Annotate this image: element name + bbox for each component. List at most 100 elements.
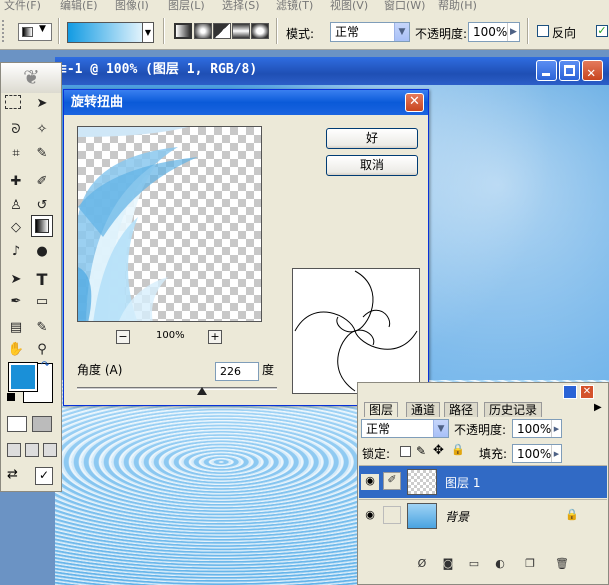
tool-preset-picker[interactable]: ▼ <box>18 23 52 41</box>
zoom-tool-icon[interactable]: ⚲ <box>31 339 53 361</box>
angle-slider-track[interactable] <box>77 387 277 390</box>
angle-slider-thumb[interactable] <box>197 387 208 395</box>
angle-gradient-button[interactable] <box>213 23 231 39</box>
close-button[interactable]: ✕ <box>582 60 603 81</box>
eye-icon[interactable]: ◉ <box>361 474 379 490</box>
history-brush-tool-icon[interactable]: ↺ <box>31 195 53 217</box>
brush-tool-icon[interactable]: ✐ <box>31 171 53 193</box>
eyedropper-tool-icon[interactable]: ✎ <box>31 317 53 339</box>
clone-stamp-tool-icon[interactable]: ♙ <box>5 195 27 217</box>
lock-image-icon[interactable]: ✎ <box>416 444 426 458</box>
layer-row[interactable]: ◉ 背景 🔒 <box>359 499 607 532</box>
healing-brush-tool-icon[interactable]: ✚ <box>5 171 27 193</box>
document-title-bar[interactable]: ≡-1 @ 100% (图层 1, RGB/8) ✕ <box>55 57 609 85</box>
dialog-close-button[interactable]: ✕ <box>405 93 424 112</box>
gradient-tool-icon[interactable] <box>31 215 53 237</box>
lock-all-icon[interactable]: 🔒 <box>451 443 465 456</box>
brush-link-icon[interactable]: ✐ <box>383 472 401 490</box>
gradient-picker[interactable]: ▼ <box>67 22 154 43</box>
palette-title-bar[interactable]: ✕ <box>358 383 608 401</box>
magic-wand-tool-icon[interactable]: ✧ <box>31 119 53 141</box>
eraser-tool-icon[interactable]: ◇ <box>5 217 27 239</box>
tab-history[interactable]: 历史记录 <box>484 402 543 417</box>
close-icon[interactable]: ✕ <box>580 385 594 399</box>
chevron-right-icon[interactable]: ▶ <box>551 420 561 437</box>
toolbox-header[interactable]: ❦ <box>1 63 61 93</box>
cancel-button[interactable]: 取消 <box>326 155 418 176</box>
link-slot[interactable] <box>383 506 401 524</box>
radial-gradient-button[interactable] <box>194 23 212 39</box>
swap-colors-icon[interactable]: ↷ <box>41 360 49 371</box>
chevron-down-icon[interactable]: ▼ <box>394 23 409 41</box>
adjustment-layer-icon[interactable]: ◐ <box>492 557 508 571</box>
crop-tool-icon[interactable]: ⌗ <box>5 143 27 165</box>
chevron-right-icon[interactable]: ▶ <box>551 445 561 462</box>
minimize-icon[interactable] <box>563 385 577 399</box>
chevron-right-icon[interactable]: ▶ <box>507 23 519 41</box>
eye-icon[interactable]: ◉ <box>361 508 379 524</box>
standard-mode-button[interactable] <box>7 416 27 432</box>
notes-tool-icon[interactable]: ▤ <box>5 317 27 339</box>
lock-position-icon[interactable]: ✥ <box>433 443 444 458</box>
layer-row[interactable]: ◉ ✐ 图层 1 <box>359 465 607 498</box>
pen-tool-icon[interactable]: ✒ <box>5 291 27 313</box>
ok-button[interactable]: 好 <box>326 128 418 149</box>
jump-to-imageready-icon[interactable]: ⇄ <box>7 467 29 485</box>
tab-paths[interactable]: 路径 <box>444 402 479 417</box>
menu-filter[interactable]: 滤镜(T) <box>276 0 313 12</box>
opacity-field[interactable]: 100% ▶ <box>468 22 520 42</box>
menu-select[interactable]: 选择(S) <box>222 0 260 12</box>
screen-mode-full-button[interactable] <box>43 443 57 457</box>
menu-edit[interactable]: 编辑(E) <box>60 0 98 12</box>
marquee-tool-icon[interactable] <box>5 95 21 109</box>
dialog-title-bar[interactable]: 旋转扭曲 ✕ <box>64 90 428 115</box>
new-layer-icon[interactable]: ❐ <box>522 557 538 571</box>
chevron-down-icon[interactable]: ▼ <box>433 420 448 437</box>
zoom-out-button[interactable]: − <box>116 330 130 344</box>
menu-help[interactable]: 帮助(H) <box>438 0 477 12</box>
angle-input[interactable]: 226 <box>215 362 259 381</box>
dodge-tool-icon[interactable]: ● <box>31 241 53 263</box>
lock-transparency-icon[interactable] <box>400 446 411 457</box>
tab-channels[interactable]: 通道 <box>406 402 441 417</box>
filter-preview[interactable] <box>77 126 262 322</box>
default-colors-icon[interactable] <box>7 393 15 401</box>
move-tool-icon[interactable]: ➤ <box>31 93 53 115</box>
layer-style-icon[interactable]: Ø <box>414 557 430 571</box>
foreground-color-swatch[interactable] <box>8 362 38 392</box>
quick-mask-button[interactable] <box>32 416 52 432</box>
grip-handle[interactable] <box>2 20 8 42</box>
layer-blend-mode-select[interactable]: 正常 ▼ <box>361 419 449 438</box>
mode-select[interactable]: 正常 ▼ <box>330 22 410 42</box>
type-tool-icon[interactable]: T <box>31 269 53 291</box>
new-group-icon[interactable]: ▭ <box>466 557 482 571</box>
diamond-gradient-button[interactable] <box>251 23 269 39</box>
menu-image[interactable]: 图像(I) <box>115 0 149 12</box>
minimize-button[interactable] <box>536 60 557 81</box>
delete-layer-icon[interactable]: 🗑 <box>554 557 570 571</box>
layer-opacity-field[interactable]: 100% ▶ <box>512 419 562 438</box>
slice-tool-icon[interactable]: ✎ <box>31 143 53 165</box>
menu-file[interactable]: 文件(F) <box>4 0 41 12</box>
reflected-gradient-button[interactable] <box>232 23 250 39</box>
shape-tool-icon[interactable]: ▭ <box>31 291 53 313</box>
palette-menu-icon[interactable]: ▶ <box>594 402 602 413</box>
screen-mode-full-menu-button[interactable] <box>25 443 39 457</box>
dither-checkbox[interactable]: ✓ <box>596 25 608 37</box>
blur-tool-icon[interactable]: ♪ <box>5 241 27 263</box>
layer-mask-icon[interactable]: ◙ <box>440 557 456 571</box>
lasso-tool-icon[interactable]: ᘐ <box>5 119 27 141</box>
menu-layer[interactable]: 图层(L) <box>168 0 205 12</box>
screen-mode-standard-button[interactable] <box>7 443 21 457</box>
chevron-down-icon[interactable]: ▼ <box>142 23 153 42</box>
fill-field[interactable]: 100% ▶ <box>512 444 562 463</box>
imageready-icon[interactable]: ✓ <box>35 467 53 485</box>
linear-gradient-button[interactable] <box>174 23 192 39</box>
tab-layers[interactable]: 图层 <box>364 402 399 417</box>
menu-window[interactable]: 窗口(W) <box>384 0 425 12</box>
path-selection-tool-icon[interactable]: ➤ <box>5 269 27 291</box>
menu-view[interactable]: 视图(V) <box>330 0 368 12</box>
reverse-checkbox[interactable] <box>537 25 549 37</box>
maximize-button[interactable] <box>559 60 580 81</box>
hand-tool-icon[interactable]: ✋ <box>5 339 27 361</box>
